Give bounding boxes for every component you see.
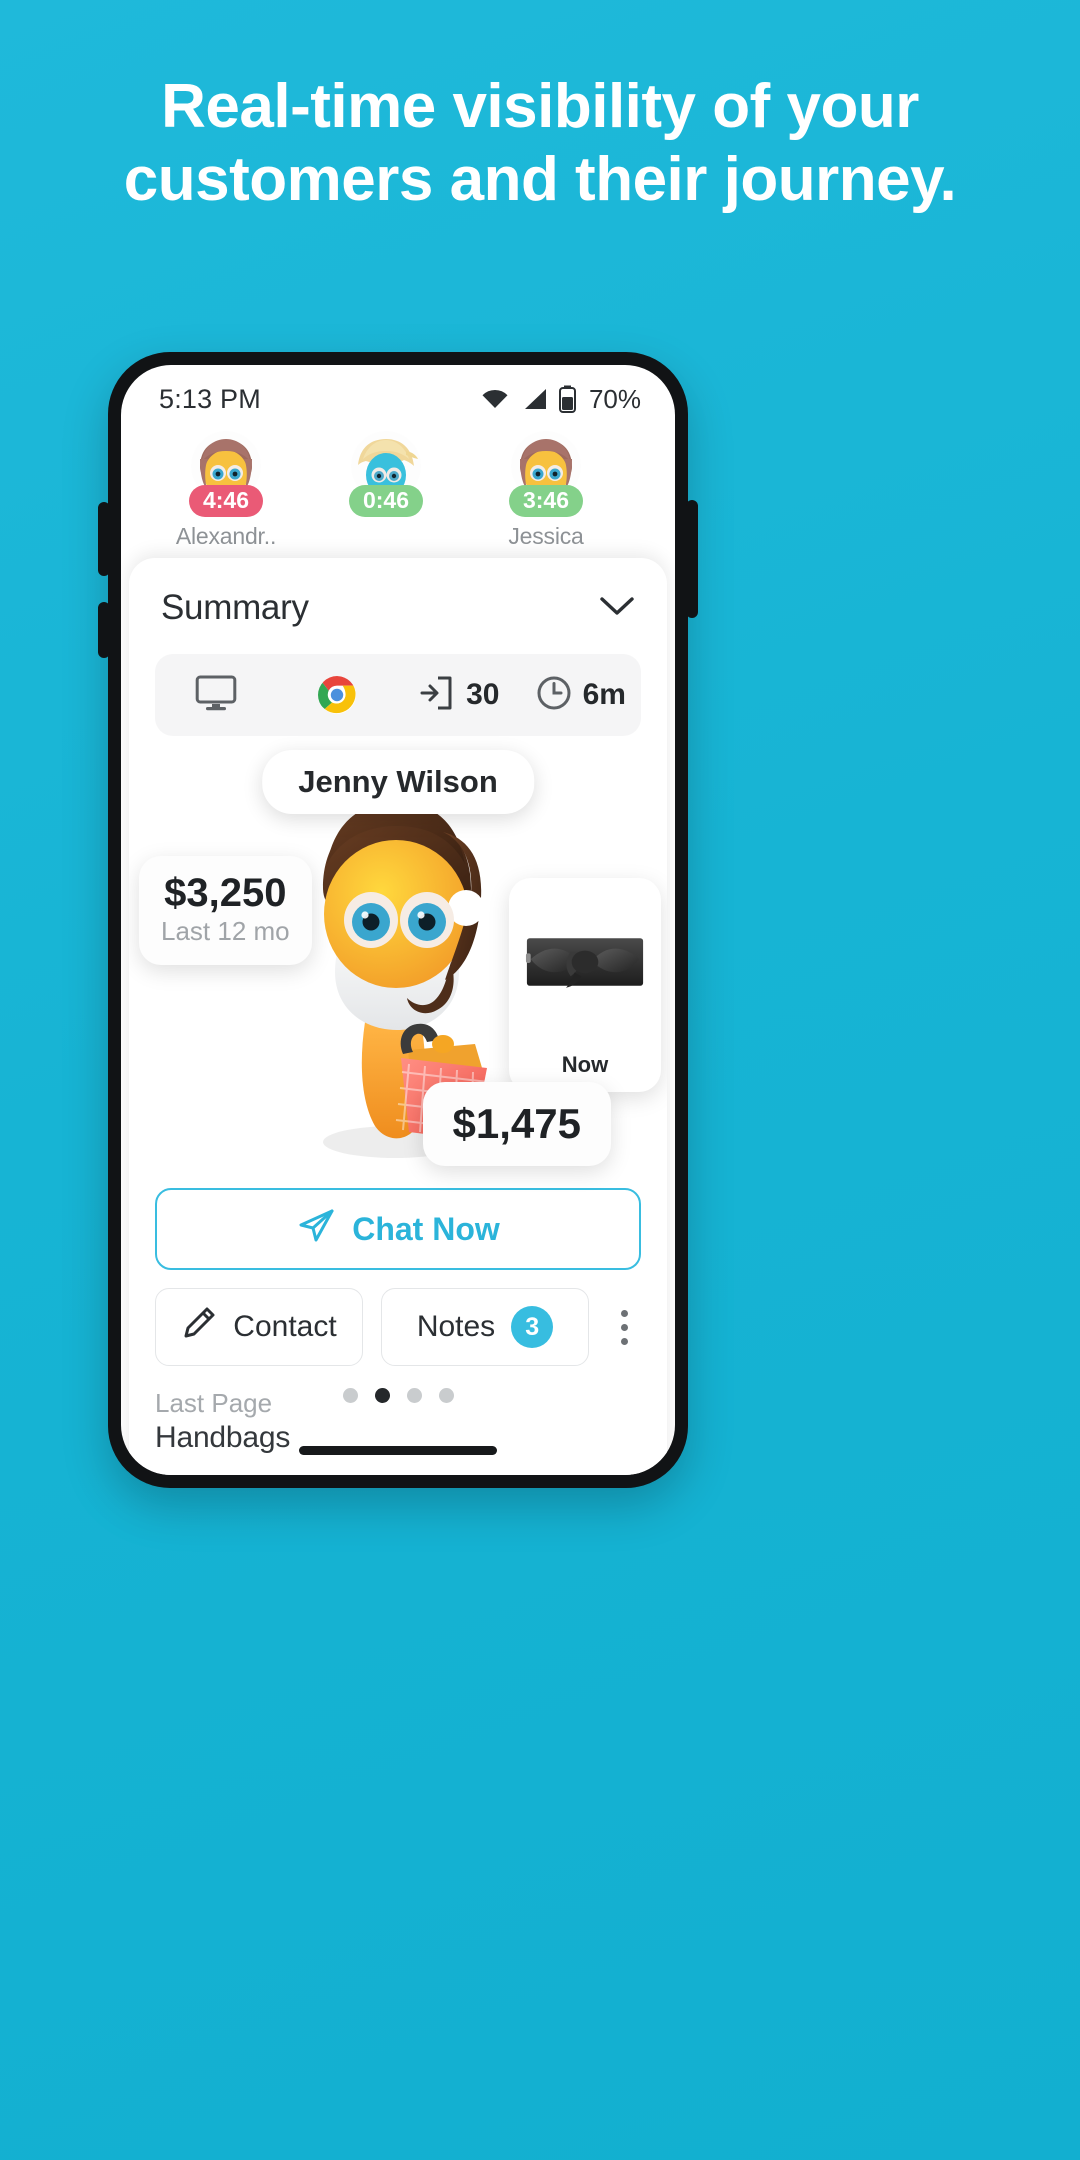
cart-value-amount: $1,475 bbox=[452, 1100, 581, 1147]
page-views-door-icon bbox=[418, 674, 456, 717]
headline-line-1: Real-time visibility of your bbox=[161, 72, 919, 141]
secondary-actions-row: Contact Notes 3 bbox=[155, 1288, 641, 1366]
visitor-item[interactable]: 3:46 Jessica bbox=[471, 431, 621, 550]
phone-power-button[interactable] bbox=[686, 500, 698, 618]
summary-sheet: Summary 30 6m Jenny Wilson $3,250 Last 1… bbox=[129, 558, 667, 1475]
lifetime-value-amount: $3,250 bbox=[164, 871, 287, 915]
summary-header[interactable]: Summary bbox=[129, 558, 667, 654]
active-visitors-strip: 4:46 Alexandr.. 0:46 3:46 Jessica bbox=[121, 427, 675, 550]
paper-plane-icon bbox=[296, 1207, 336, 1251]
chevron-down-icon[interactable] bbox=[599, 595, 635, 622]
battery-icon bbox=[558, 385, 576, 413]
chrome-browser-icon bbox=[318, 676, 357, 714]
notes-count-badge: 3 bbox=[511, 1306, 554, 1348]
dot bbox=[620, 1323, 628, 1331]
clock-icon bbox=[535, 674, 573, 717]
lifetime-value-label: Last 12 mo bbox=[161, 916, 290, 946]
phone-volume-up-button[interactable] bbox=[98, 502, 110, 576]
visitor-timer-badge: 4:46 bbox=[188, 485, 264, 517]
session-stats-bar: 30 6m bbox=[155, 654, 641, 736]
carousel-pagination[interactable] bbox=[121, 1388, 675, 1403]
home-indicator[interactable] bbox=[299, 1446, 497, 1455]
headline-line-2: customers and their journey. bbox=[123, 145, 957, 215]
page-title: Summary bbox=[161, 588, 309, 627]
stat-browser bbox=[277, 676, 399, 714]
phone-volume-down-button[interactable] bbox=[98, 602, 110, 658]
cellular-signal-icon bbox=[521, 387, 548, 411]
pagination-dot-4[interactable] bbox=[438, 1388, 454, 1403]
contact-button[interactable]: Contact bbox=[155, 1288, 363, 1366]
pagination-dot-2[interactable] bbox=[374, 1388, 390, 1403]
notes-label: Notes bbox=[416, 1310, 496, 1343]
customer-name-chip: Jenny Wilson bbox=[262, 750, 534, 814]
current-product-card[interactable]: Now bbox=[509, 878, 661, 1092]
pagination-dot-3[interactable] bbox=[406, 1388, 422, 1403]
status-bar-time: 5:13 PM bbox=[159, 383, 261, 414]
vertical-dots-icon[interactable] bbox=[607, 1309, 641, 1345]
dot bbox=[620, 1309, 628, 1317]
chat-now-label: Chat Now bbox=[352, 1210, 500, 1247]
customer-hero: Jenny Wilson $3,250 Last 12 mo Now $1,47… bbox=[129, 750, 667, 1180]
battery-percent-label: 70% bbox=[588, 383, 641, 414]
visitor-name: Jessica bbox=[508, 523, 584, 549]
visitor-timer-badge: 3:46 bbox=[508, 485, 584, 517]
visitor-name: Alexandr.. bbox=[175, 523, 277, 549]
visitor-item[interactable]: 4:46 Alexandr.. bbox=[151, 431, 301, 550]
stat-pageviews: 30 bbox=[398, 674, 520, 717]
stat-pageviews-value: 30 bbox=[466, 678, 500, 711]
visitor-item[interactable]: 0:46 bbox=[311, 431, 461, 550]
contact-label: Contact bbox=[233, 1310, 337, 1343]
phone-mockup: 5:13 PM 70% 4:46 Alexandr.. 0:46 3:46 Je… bbox=[98, 352, 698, 1488]
stat-duration-value: 6m bbox=[582, 678, 626, 711]
stat-device bbox=[155, 674, 277, 717]
chat-now-button[interactable]: Chat Now bbox=[155, 1188, 641, 1270]
wifi-icon bbox=[480, 387, 510, 411]
status-bar: 5:13 PM 70% bbox=[121, 365, 675, 427]
status-bar-indicators: 70% bbox=[480, 384, 641, 415]
desktop-monitor-icon bbox=[195, 674, 237, 717]
stat-duration: 6m bbox=[520, 674, 642, 717]
visitor-timer-badge: 0:46 bbox=[348, 485, 424, 517]
dot bbox=[620, 1337, 628, 1345]
pencil-icon bbox=[181, 1305, 217, 1349]
current-product-label: Now bbox=[561, 1052, 609, 1077]
black-bow-clutch-bag-image bbox=[525, 896, 645, 1028]
promo-headline: Real-time visibility of your customers a… bbox=[0, 70, 1080, 216]
cart-value-bubble: $1,475 bbox=[422, 1082, 611, 1166]
phone-screen: 5:13 PM 70% 4:46 Alexandr.. 0:46 3:46 Je… bbox=[121, 365, 675, 1475]
pagination-dot-1[interactable] bbox=[342, 1388, 358, 1403]
notes-button[interactable]: Notes 3 bbox=[381, 1288, 589, 1366]
